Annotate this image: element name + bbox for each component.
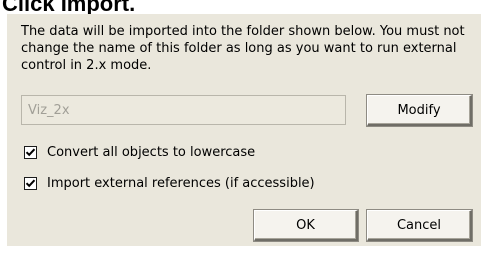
import-dialog: The data will be imported into the folde… (7, 14, 481, 246)
import-external-references-label: Import external references (if accessibl… (47, 175, 315, 191)
convert-lowercase-option[interactable]: Convert all objects to lowercase (24, 143, 255, 161)
convert-lowercase-checkbox[interactable] (24, 145, 37, 159)
ok-button[interactable]: OK (254, 210, 358, 241)
convert-lowercase-label: Convert all objects to lowercase (47, 144, 256, 160)
dialog-description: The data will be imported into the folde… (21, 24, 465, 73)
cancel-button[interactable]: Cancel (367, 210, 472, 241)
import-external-references-checkbox[interactable] (24, 176, 37, 190)
folder-name-field[interactable] (21, 95, 346, 125)
checkmark-icon (25, 148, 36, 156)
checkmark-icon (25, 179, 36, 187)
import-external-references-option[interactable]: Import external references (if accessibl… (24, 174, 315, 192)
modify-button[interactable]: Modify (367, 95, 472, 126)
